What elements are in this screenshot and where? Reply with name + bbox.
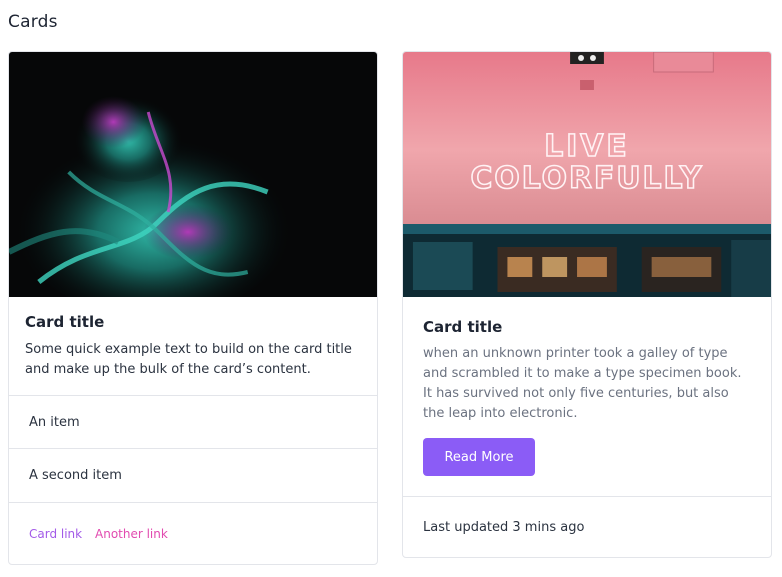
- list-item: An item: [9, 395, 377, 448]
- last-updated-text: Last updated 3 mins ago: [423, 520, 585, 535]
- card-text: when an unknown printer took a galley of…: [423, 346, 742, 421]
- card-image-neon-sign: LIVE COLORFULLY: [403, 52, 771, 297]
- neon-sign-line-1: LIVE: [544, 129, 630, 164]
- another-link[interactable]: Another link: [95, 527, 168, 541]
- card-with-button: LIVE COLORFULLY Card title when an unkno…: [402, 51, 772, 558]
- neon-sign-line-2: COLORFULLY: [471, 161, 704, 196]
- card-link[interactable]: Card link: [29, 527, 82, 541]
- list-item: A second item: [9, 448, 377, 501]
- card-image-abstract: [9, 52, 377, 297]
- card-footer: Last updated 3 mins ago: [403, 496, 771, 557]
- read-more-button[interactable]: Read More: [423, 438, 535, 476]
- card-title: Card title: [25, 313, 105, 331]
- card-title: Card title: [423, 318, 503, 336]
- card-list-group: An item A second item: [9, 395, 377, 501]
- card-with-list: Card title Some quick example text to bu…: [8, 51, 378, 565]
- page-title: Cards: [8, 12, 58, 32]
- card-text: Some quick example text to build on the …: [25, 342, 352, 377]
- card-links-row: Card link Another link: [9, 502, 377, 564]
